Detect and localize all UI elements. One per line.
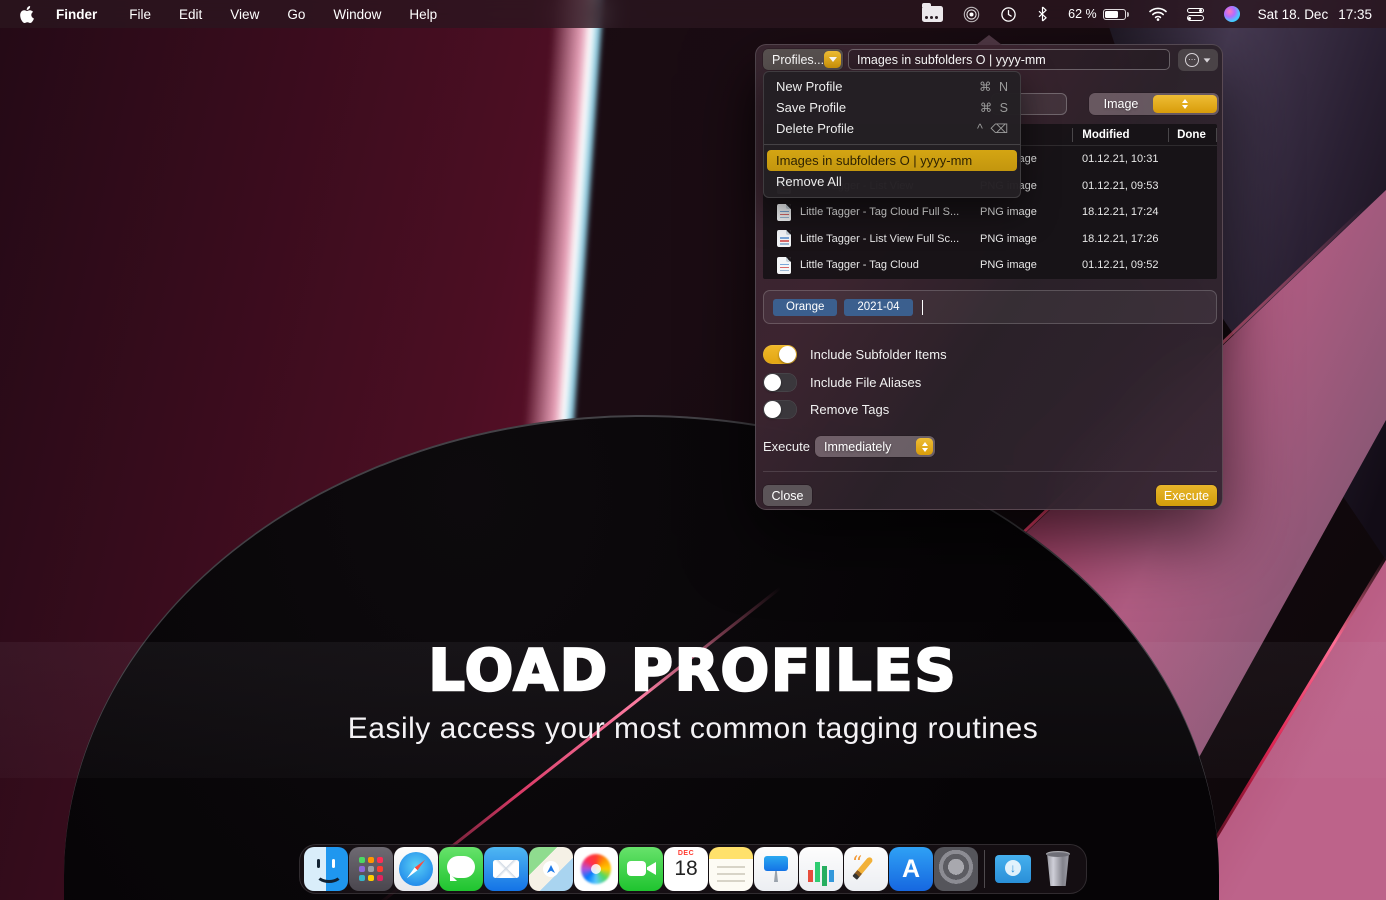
dock-calendar[interactable]: DEC 18 bbox=[664, 847, 708, 891]
menubar-time: 17:35 bbox=[1338, 7, 1372, 22]
toggle-switch-off[interactable] bbox=[763, 400, 797, 419]
dock-finder[interactable] bbox=[304, 847, 348, 891]
updown-chevron-icon bbox=[1153, 95, 1217, 113]
dock-notes[interactable] bbox=[709, 847, 753, 891]
menu-item-save-profile[interactable]: Save Profile ⌘ S bbox=[764, 97, 1020, 118]
little-tagger-popover: Profiles... Images in subfolders O | yyy… bbox=[755, 44, 1223, 510]
profiles-menu: New Profile ⌘ N Save Profile ⌘ S Delete … bbox=[763, 71, 1021, 198]
tag-token[interactable]: Orange bbox=[773, 299, 837, 316]
toggle-include-file-aliases: Include File Aliases bbox=[763, 370, 921, 394]
menu-bar-left: Finder File Edit View Go Window Help bbox=[0, 6, 451, 22]
menu-separator bbox=[764, 144, 1020, 145]
profile-name-field[interactable]: Images in subfolders O | yyyy-mm bbox=[848, 49, 1170, 70]
battery-indicator[interactable]: 62 % bbox=[1058, 0, 1139, 28]
menu-edit[interactable]: Edit bbox=[165, 7, 216, 22]
menu-file[interactable]: File bbox=[115, 7, 165, 22]
tag-token[interactable]: 2021-04 bbox=[844, 299, 912, 316]
active-app-name[interactable]: Finder bbox=[56, 7, 97, 22]
execute-mode-dropdown[interactable]: Immediately bbox=[815, 436, 935, 457]
menu-item-selected-profile[interactable]: Images in subfolders O | yyyy-mm bbox=[767, 150, 1017, 171]
menu-item-new-profile[interactable]: New Profile ⌘ N bbox=[764, 76, 1020, 97]
little-tagger-menubar-icon[interactable] bbox=[912, 0, 953, 28]
battery-percent: 62 % bbox=[1068, 7, 1097, 21]
chevron-down-icon bbox=[1204, 58, 1211, 62]
execute-button[interactable]: Execute bbox=[1156, 485, 1217, 506]
menubar-clock[interactable]: Sat 18. Dec 17:35 bbox=[1250, 7, 1386, 22]
dock-numbers[interactable] bbox=[799, 847, 843, 891]
dock-facetime[interactable] bbox=[619, 847, 663, 891]
close-button[interactable]: Close bbox=[763, 485, 812, 506]
wifi-icon[interactable] bbox=[1139, 0, 1177, 28]
dock-keynote[interactable] bbox=[754, 847, 798, 891]
column-done[interactable]: Done bbox=[1168, 128, 1216, 142]
popover-arrow bbox=[976, 35, 1002, 45]
toggle-switch-off[interactable] bbox=[763, 373, 797, 392]
desktop: Finder File Edit View Go Window Help 62 … bbox=[0, 0, 1386, 900]
dock-pages[interactable] bbox=[844, 847, 888, 891]
execute-mode-label: Execute bbox=[763, 439, 810, 454]
siri-icon[interactable] bbox=[1214, 0, 1250, 28]
updown-chevron-icon bbox=[916, 438, 933, 455]
png-file-icon bbox=[777, 204, 791, 221]
menu-window[interactable]: Window bbox=[319, 7, 395, 22]
toggle-switch-on[interactable] bbox=[763, 345, 797, 364]
profiles-chevron bbox=[824, 51, 841, 68]
dock-separator bbox=[984, 850, 985, 888]
menu-item-delete-profile[interactable]: Delete Profile ^ ⌫ bbox=[764, 118, 1020, 139]
dock-app-store[interactable]: A bbox=[889, 847, 933, 891]
emoji-picker-button[interactable]: ⋯ bbox=[1178, 49, 1218, 71]
dock-photos[interactable] bbox=[574, 847, 618, 891]
battery-icon bbox=[1103, 9, 1126, 20]
file-row[interactable]: Little Tagger - Tag Cloud PNG image 01.1… bbox=[763, 252, 1217, 279]
file-row[interactable]: Little Tagger - List View Full Sc... PNG… bbox=[763, 226, 1217, 253]
menu-bar: Finder File Edit View Go Window Help 62 … bbox=[0, 0, 1386, 28]
dock-system-preferences[interactable] bbox=[934, 847, 978, 891]
type-filter-dropdown[interactable]: Image bbox=[1089, 93, 1219, 115]
menu-go[interactable]: Go bbox=[273, 7, 319, 22]
dock-launchpad[interactable] bbox=[349, 847, 393, 891]
toggle-remove-tags: Remove Tags bbox=[763, 397, 889, 421]
dock: DEC 18 A bbox=[299, 844, 1087, 894]
hero-subtitle: Easily access your most common tagging r… bbox=[0, 712, 1386, 746]
radar-icon[interactable] bbox=[953, 0, 990, 28]
file-row[interactable]: Little Tagger - Tag Cloud Full S... PNG … bbox=[763, 199, 1217, 226]
menubar-date: Sat 18. Dec bbox=[1258, 7, 1329, 22]
dock-mail[interactable] bbox=[484, 847, 528, 891]
menu-item-remove-all[interactable]: Remove All bbox=[764, 171, 1020, 192]
profiles-button[interactable]: Profiles... bbox=[763, 49, 843, 70]
png-file-icon bbox=[777, 230, 791, 247]
control-center-icon[interactable] bbox=[1177, 0, 1214, 28]
time-machine-icon[interactable] bbox=[990, 0, 1027, 28]
column-modified[interactable]: Modified bbox=[1072, 128, 1168, 142]
dock-downloads-folder[interactable] bbox=[991, 847, 1035, 891]
hero-title: LOAD PROFILES bbox=[0, 638, 1386, 704]
dock-trash[interactable] bbox=[1036, 847, 1080, 891]
tags-input[interactable]: Orange 2021-04 bbox=[763, 290, 1217, 324]
toggle-include-subfolder-items: Include Subfolder Items bbox=[763, 342, 947, 366]
bluetooth-icon[interactable] bbox=[1027, 0, 1058, 28]
divider bbox=[763, 471, 1217, 472]
menu-view[interactable]: View bbox=[216, 7, 273, 22]
menu-help[interactable]: Help bbox=[395, 7, 451, 22]
dock-safari[interactable] bbox=[394, 847, 438, 891]
png-file-icon bbox=[777, 257, 791, 274]
menu-bar-status: 62 % Sat 18. Dec 17:35 bbox=[912, 0, 1386, 28]
text-cursor bbox=[922, 300, 924, 315]
dock-messages[interactable] bbox=[439, 847, 483, 891]
circled-ellipsis-icon: ⋯ bbox=[1185, 53, 1199, 67]
dock-maps[interactable] bbox=[529, 847, 573, 891]
apple-menu-icon[interactable] bbox=[20, 6, 36, 22]
